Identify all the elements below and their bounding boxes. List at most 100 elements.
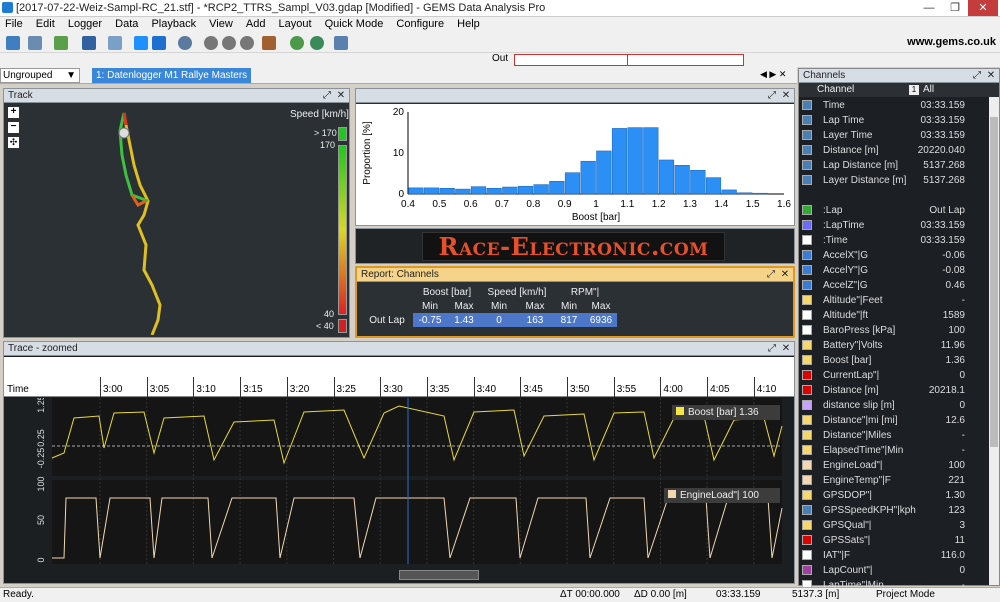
channels-scrollbar[interactable] [989, 97, 999, 585]
channels-scroll-thumb[interactable] [990, 117, 998, 447]
menu-configure[interactable]: Configure [391, 17, 449, 31]
close-panel-icon[interactable]: ✕ [780, 89, 792, 103]
channel-row[interactable] [799, 188, 989, 203]
report-cell[interactable]: 6936 [585, 313, 617, 327]
channel-row[interactable]: ElapsedTime"|Min - [799, 443, 989, 458]
step-icon[interactable] [240, 36, 254, 50]
close-panel-icon[interactable]: ✕ [335, 89, 347, 103]
channel-row[interactable]: Distance"|Miles - [799, 428, 989, 443]
rewind-icon[interactable] [222, 36, 236, 50]
menu-view[interactable]: View [204, 17, 238, 31]
menu-logger[interactable]: Logger [63, 17, 107, 31]
channel-row[interactable]: Time 03:33.159 [799, 98, 989, 113]
zoom-fit-icon[interactable] [152, 36, 166, 50]
sync-icon[interactable] [290, 36, 304, 50]
channel-color-icon[interactable] [802, 220, 812, 230]
close-panel-icon[interactable]: ✕ [780, 342, 792, 356]
channel-color-icon[interactable] [802, 160, 812, 170]
channel-row[interactable]: IAT"|F 116.0 [799, 548, 989, 563]
channel-row[interactable]: GPSSats"| 11 [799, 533, 989, 548]
zoom-in-button[interactable]: + [8, 107, 19, 118]
menu-quick-mode[interactable]: Quick Mode [320, 17, 389, 31]
close-panel-icon[interactable]: ✕ [779, 268, 791, 282]
channel-color-icon[interactable] [802, 310, 812, 320]
channel-color-icon[interactable] [802, 340, 812, 350]
restore-button[interactable]: ❐ [942, 0, 968, 16]
time-ruler[interactable]: Time 3:00 3:05 3:10 3:15 3:20 3:25 3:30 3:35 3:4… [4, 357, 794, 397]
channel-row[interactable]: Distance [m] 20218.1 [799, 383, 989, 398]
channel-row[interactable]: Lap Distance [m] 5137.268 [799, 158, 989, 173]
channel-color-icon[interactable] [802, 520, 812, 530]
menu-file[interactable]: File [0, 17, 28, 31]
channel-row[interactable]: CurrentLap"| 0 [799, 368, 989, 383]
report-cell[interactable]: 1.43 [447, 313, 481, 327]
channel-row[interactable]: EngineTemp"|F 221 [799, 473, 989, 488]
channel-row[interactable]: GPSDOP"| 1.30 [799, 488, 989, 503]
channel-row[interactable]: GPSQual"| 3 [799, 518, 989, 533]
channel-row[interactable]: :Time 03:33.159 [799, 233, 989, 248]
channel-row[interactable]: Distance [m] 20220.040 [799, 143, 989, 158]
channel-color-icon[interactable] [802, 295, 812, 305]
report-cell[interactable]: -0.75 [413, 313, 447, 327]
boost-histogram-chart[interactable]: 0.4 0.5 0.6 0.7 0.8 0.9 1 1.1 1.2 1.3 1.4 1.5 1.6 0 10… [356, 104, 794, 225]
zoom-out-button[interactable]: − [8, 122, 19, 133]
close-panel-icon[interactable]: ✕ [985, 69, 997, 83]
channel-row[interactable]: AccelY"|G -0.08 [799, 263, 989, 278]
channel-color-icon[interactable] [802, 325, 812, 335]
channel-color-icon[interactable] [802, 175, 812, 185]
menu-help[interactable]: Help [452, 17, 485, 31]
lap-position-slider[interactable] [514, 54, 744, 66]
channel-row[interactable]: Lap Time 03:33.159 [799, 113, 989, 128]
layout-icon[interactable] [334, 36, 348, 50]
channel-row[interactable]: Layer Distance [m] 5137.268 [799, 173, 989, 188]
track-map[interactable] [104, 105, 184, 335]
channel-row[interactable]: :Lap Out Lap [799, 203, 989, 218]
menu-add[interactable]: Add [241, 17, 271, 31]
channel-color-icon[interactable] [802, 205, 812, 215]
menu-layout[interactable]: Layout [274, 17, 317, 31]
channel-color-icon[interactable] [802, 490, 812, 500]
report-cell[interactable]: 163 [517, 313, 553, 327]
channel-color-icon[interactable] [802, 265, 812, 275]
channel-row[interactable]: BaroPress [kPa] 100 [799, 323, 989, 338]
marker-icon[interactable] [262, 36, 276, 50]
report-cell[interactable]: 817 [553, 313, 585, 327]
channel-row[interactable]: GPSSpeedKPH"|kph 123 [799, 503, 989, 518]
trace-chart[interactable]: 1.25 0.25-0.25 100 50 0 [4, 398, 794, 570]
channel-color-icon[interactable] [802, 280, 812, 290]
maximize-icon[interactable]: ⤢ [766, 89, 778, 103]
play-icon[interactable] [204, 36, 218, 50]
new-icon[interactable] [28, 36, 42, 50]
website-url[interactable]: www.gems.co.uk [907, 36, 996, 48]
menu-data[interactable]: Data [110, 17, 143, 31]
channel-color-icon[interactable] [802, 475, 812, 485]
channel-color-icon[interactable] [802, 145, 812, 155]
channel-color-icon[interactable] [802, 385, 812, 395]
filter-icon[interactable]: 1 [909, 85, 919, 95]
channel-row[interactable]: Boost [bar] 1.36 [799, 353, 989, 368]
trace-scroll-thumb[interactable] [399, 570, 479, 580]
channel-row[interactable]: :LapTime 03:33.159 [799, 218, 989, 233]
menu-playback[interactable]: Playback [146, 17, 201, 31]
maximize-icon[interactable]: ⤢ [971, 69, 983, 83]
maximize-icon[interactable]: ⤢ [766, 342, 778, 356]
export-icon[interactable] [108, 36, 122, 50]
tab-scroll-icons[interactable]: ◀ ▶ ✕ [760, 69, 786, 80]
refresh-icon[interactable] [310, 36, 324, 50]
channel-row[interactable]: AccelZ"|G 0.46 [799, 278, 989, 293]
channel-row[interactable]: Altitude"|Feet - [799, 293, 989, 308]
channel-color-icon[interactable] [802, 445, 812, 455]
channel-color-icon[interactable] [802, 235, 812, 245]
group-select[interactable]: Ungrouped ▼ [0, 68, 80, 83]
channel-color-icon[interactable] [802, 505, 812, 515]
channel-row[interactable]: LapCount"| 0 [799, 563, 989, 578]
tab-datalogger[interactable]: 1: Datenlogger M1 Rallye Masters [92, 68, 252, 83]
col-channel[interactable]: Channel [817, 83, 854, 97]
import-icon[interactable] [54, 36, 68, 50]
channel-color-icon[interactable] [802, 430, 812, 440]
channel-color-icon[interactable] [802, 550, 812, 560]
channel-row[interactable]: Altitude"|ft 1589 [799, 308, 989, 323]
search-icon[interactable] [178, 36, 192, 50]
maximize-icon[interactable]: ⤢ [765, 268, 777, 282]
col-all[interactable]: All [923, 83, 934, 97]
